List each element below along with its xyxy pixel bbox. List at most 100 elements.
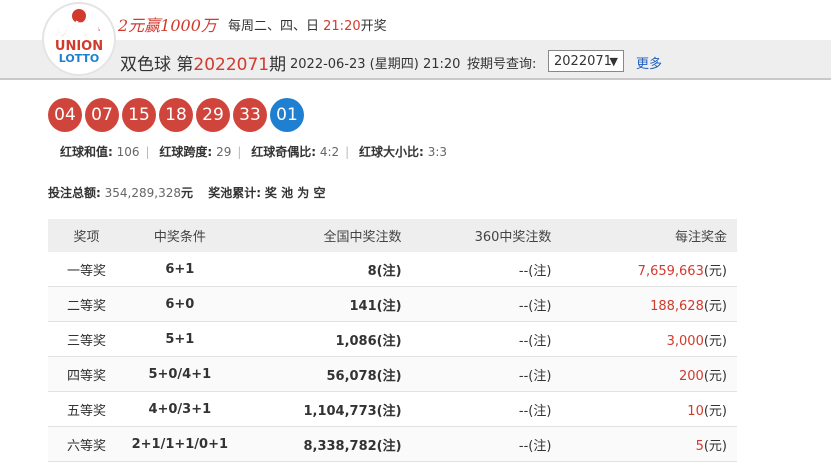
- table-row: 四等奖 5+0/4+1 56,078(注) --(注) 200(元): [48, 356, 737, 392]
- prize-amount: 7,659,663: [637, 263, 704, 279]
- logo-graphic: 双色球 UNION LOTTO: [46, 6, 112, 72]
- prize-unit: (元): [703, 298, 727, 314]
- issue-suffix: 期: [269, 55, 287, 75]
- prize-condition: 5+1: [124, 321, 235, 357]
- bigsmall-value: 3:3: [427, 145, 447, 159]
- prize-amount-cell: 7,659,663(元): [552, 252, 737, 287]
- span-value: 29: [216, 145, 232, 159]
- schedule-days: 每周二、四、日: [228, 19, 324, 34]
- prize-condition: 6+1: [124, 252, 235, 287]
- bigsmall-label: 红球大小比:: [359, 145, 424, 159]
- pool-value: 奖 池 为 空: [264, 186, 326, 200]
- prize-condition: 6+0: [124, 286, 235, 322]
- table-row: 三等奖 5+1 1,086(注) --(注) 3,000(元): [48, 321, 737, 357]
- table-row: 二等奖 6+0 141(注) --(注) 188,628(元): [48, 286, 737, 322]
- red-ball: 33: [233, 98, 267, 132]
- prize-condition: 2+1/1+1/0+1: [124, 426, 235, 462]
- prize-amount: 200: [679, 368, 704, 384]
- more-link[interactable]: 更多: [636, 53, 662, 72]
- oddeven-label: 红球奇偶比:: [251, 145, 317, 159]
- sum-label: 红球和值:: [60, 145, 113, 159]
- schedule-suffix: 开奖: [360, 19, 387, 34]
- sales-unit: 元: [180, 186, 193, 200]
- national-count: 141(注): [234, 286, 403, 322]
- prize-unit: (元): [703, 368, 727, 384]
- prize-level: 一等奖: [48, 252, 125, 287]
- logo-title-text: 双色球: [54, 20, 106, 41]
- sales-totals: 投注总额: 354,289,328元 奖池累计: 奖 池 为 空: [48, 184, 325, 201]
- prize-condition: 5+0/4+1: [124, 356, 235, 392]
- count-360: --(注): [402, 391, 553, 427]
- prize-amount: 188,628: [650, 298, 704, 314]
- issue-label: 双色球 第: [120, 55, 194, 75]
- red-ball-stats: 红球和值: 106 | 红球跨度: 29 | 红球奇偶比: 4:2 | 红球大小比: …: [60, 143, 453, 160]
- count-360: --(注): [402, 356, 553, 392]
- prize-condition: 4+0/3+1: [124, 391, 235, 427]
- table-row: 五等奖 4+0/3+1 1,104,773(注) --(注) 10(元): [48, 391, 737, 427]
- logo-lotto-text: LOTTO: [59, 52, 100, 65]
- sales-label: 投注总额:: [48, 186, 101, 200]
- count-360: --(注): [402, 286, 553, 322]
- national-count: 1,104,773(注): [234, 391, 403, 427]
- count-360: --(注): [402, 426, 553, 462]
- table-row: 一等奖 6+1 8(注) --(注) 7,659,663(元): [48, 252, 737, 287]
- issue-select-value: 2022071: [554, 54, 612, 69]
- union-lotto-logo: 双色球 UNION LOTTO: [44, 4, 114, 74]
- prize-level: 六等奖: [48, 426, 125, 462]
- header-360-count: 360中奖注数: [402, 219, 553, 252]
- red-ball: 07: [85, 98, 119, 132]
- prize-amount: 3,000: [666, 333, 704, 349]
- issue-select-dropdown[interactable]: 2022071 ▼: [548, 50, 624, 72]
- sales-value: 354,289,328: [104, 186, 181, 200]
- prize-unit: (元): [703, 403, 727, 419]
- slogan-text: 2元赢1000万: [118, 16, 217, 35]
- chevron-down-icon: ▼: [609, 55, 618, 68]
- prize-amount: 5: [695, 438, 704, 454]
- prize-amount-cell: 188,628(元): [552, 286, 737, 322]
- national-count: 56,078(注): [234, 356, 403, 392]
- prize-level: 三等奖: [48, 321, 125, 357]
- span-label: 红球跨度:: [159, 145, 213, 159]
- stats-divider: |: [237, 145, 242, 159]
- issue-title: 双色球 第2022071期: [120, 50, 286, 75]
- prize-level: 四等奖: [48, 356, 125, 392]
- page-header: 双色球 UNION LOTTO 2元赢1000万 每周二、四、日 21:20开奖…: [0, 0, 831, 80]
- prize-amount-cell: 200(元): [552, 356, 737, 392]
- table-header-row: 奖项 中奖条件 全国中奖注数 360中奖注数 每注奖金: [48, 219, 737, 252]
- prize-amount-cell: 3,000(元): [552, 321, 737, 357]
- prize-unit: (元): [703, 263, 727, 279]
- national-count: 8(注): [234, 252, 403, 287]
- prize-level: 五等奖: [48, 391, 125, 427]
- stats-divider: |: [145, 145, 150, 159]
- header-condition: 中奖条件: [124, 219, 235, 252]
- prize-level: 二等奖: [48, 286, 125, 322]
- prize-table: 奖项 中奖条件 全国中奖注数 360中奖注数 每注奖金 一等奖 6+1 8(注)…: [48, 219, 737, 462]
- header-prize: 每注奖金: [552, 219, 737, 252]
- national-count: 1,086(注): [234, 321, 403, 357]
- issue-query-label: 按期号查询:: [467, 57, 537, 72]
- winning-numbers: 04 07 15 18 29 33 01: [48, 98, 304, 132]
- header-national-count: 全国中奖注数: [234, 219, 403, 252]
- stats-divider: |: [345, 145, 350, 159]
- red-ball: 15: [122, 98, 156, 132]
- prize-amount-cell: 10(元): [552, 391, 737, 427]
- issue-number: 2022071: [193, 55, 270, 75]
- prize-unit: (元): [703, 333, 727, 349]
- count-360: --(注): [402, 252, 553, 287]
- draw-date: 2022-06-23 (星期四) 21:20: [290, 57, 461, 72]
- national-count: 8,338,782(注): [234, 426, 403, 462]
- sum-value: 106: [116, 145, 140, 159]
- oddeven-value: 4:2: [319, 145, 340, 159]
- red-ball: 29: [196, 98, 230, 132]
- draw-schedule: 每周二、四、日 21:20开奖: [228, 15, 387, 34]
- schedule-time: 21:20: [323, 19, 361, 34]
- header-level: 奖项: [48, 219, 125, 252]
- red-ball: 04: [48, 98, 82, 132]
- prize-amount-cell: 5(元): [552, 426, 737, 462]
- prize-amount: 10: [687, 403, 704, 419]
- pool-label: 奖池累计:: [208, 186, 262, 200]
- prize-unit: (元): [703, 438, 727, 454]
- table-row: 六等奖 2+1/1+1/0+1 8,338,782(注) --(注) 5(元): [48, 426, 737, 462]
- red-ball: 18: [159, 98, 193, 132]
- blue-ball: 01: [270, 98, 304, 132]
